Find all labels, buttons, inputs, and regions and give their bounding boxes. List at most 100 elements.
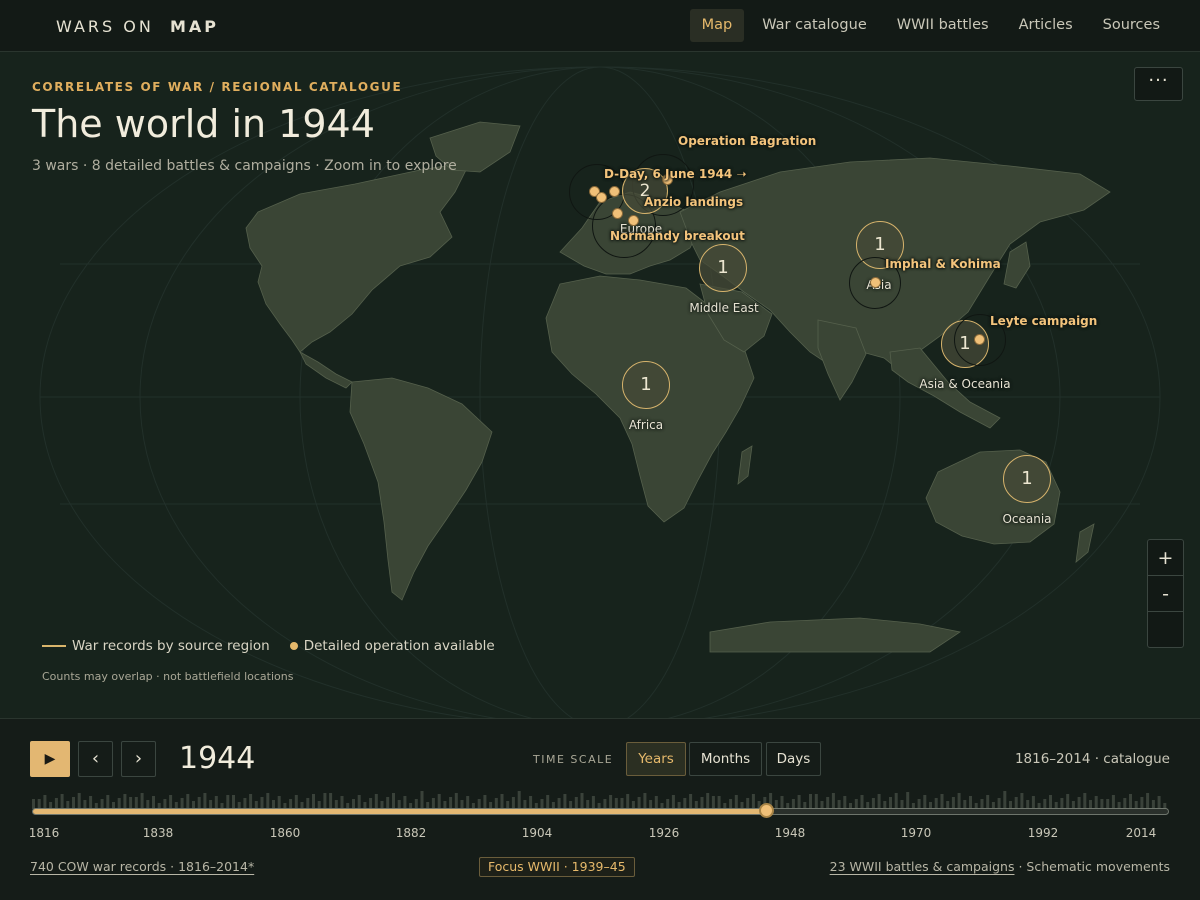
operation-marker[interactable]	[628, 215, 639, 226]
nav-item-war-catalogue[interactable]: War catalogue	[750, 9, 879, 42]
histogram-bar	[1146, 793, 1150, 809]
brand-bold: MAP	[169, 17, 220, 36]
more-options-button[interactable]: ···	[1134, 67, 1183, 101]
focus-wwii-badge[interactable]: Focus WWII · 1939–45	[479, 857, 635, 877]
histogram-bar	[626, 794, 630, 809]
chevron-right-icon: ›	[134, 748, 143, 769]
timeline-tick-label: 1992	[1027, 826, 1059, 840]
histogram-bar	[226, 795, 230, 809]
region-bubble-middle-east[interactable]: 1	[699, 244, 747, 292]
histogram-bar	[329, 793, 333, 809]
histogram-bar	[1003, 791, 1007, 809]
operation-marker[interactable]	[609, 186, 620, 197]
legend-dot-swatch	[289, 642, 298, 650]
page-title: The world in 1944	[32, 102, 375, 146]
footer-right: 23 WWII battles & campaigns · Schematic …	[830, 859, 1170, 874]
histogram-bar	[123, 794, 127, 809]
land-south-america	[349, 377, 493, 601]
histogram-bar	[500, 794, 504, 809]
brand-prefix: WARS ON	[56, 17, 154, 36]
nav-item-map[interactable]: Map	[689, 9, 745, 42]
top-bar: WARS ON MAP Map War catalogue WWII battl…	[0, 0, 1200, 52]
region-bubble-africa[interactable]: 1	[622, 361, 670, 409]
histogram-bar	[140, 793, 144, 809]
zoom-spacer	[1148, 612, 1183, 647]
histogram-bar	[454, 793, 458, 809]
timeline-tick-label: 1838	[142, 826, 174, 840]
operation-label-bagration[interactable]: Operation Bagration	[678, 134, 816, 148]
region-label-middle-east: Middle East	[689, 301, 759, 315]
operation-label-d-day[interactable]: D-Day, 6 June 1944 ➝	[604, 167, 747, 181]
histogram-bar	[580, 793, 584, 809]
operation-label-anzio[interactable]: Anzio landings	[644, 195, 743, 209]
page-kicker: CORRELATES OF WAR / REGIONAL CATALOGUE	[32, 80, 403, 94]
histogram-bar	[1083, 793, 1087, 809]
cow-records-link[interactable]: 740 COW war records · 1816–2014*	[30, 859, 254, 874]
zoom-out-button[interactable]: -	[1148, 576, 1183, 612]
nav-item-articles[interactable]: Articles	[1007, 9, 1085, 42]
histogram-bar	[546, 795, 550, 809]
play-button[interactable]: ▶	[30, 741, 70, 777]
operation-marker[interactable]	[870, 277, 881, 288]
operation-label-imphal-kohima[interactable]: Imphal & Kohima	[885, 257, 1001, 271]
main-nav: Map War catalogue WWII battles Articles …	[689, 9, 1172, 42]
histogram-bar	[294, 795, 298, 809]
next-year-button[interactable]: ›	[121, 741, 156, 777]
nav-item-wwii-battles[interactable]: WWII battles	[885, 9, 1001, 42]
histogram-bar	[203, 793, 207, 809]
histogram-bar	[232, 795, 235, 809]
operation-label-leyte[interactable]: Leyte campaign	[990, 314, 1097, 328]
land-antarctica	[709, 617, 962, 653]
timeline-tick-label: 1926	[648, 826, 680, 840]
histogram-bar	[1111, 795, 1115, 809]
timeline-tick-label: 1860	[269, 826, 301, 840]
legend-line-label: War records by source region	[72, 638, 270, 654]
brand-logo[interactable]: WARS ON MAP	[56, 17, 219, 36]
operation-marker[interactable]	[596, 192, 607, 203]
timeline-slider-handle[interactable]	[759, 803, 774, 818]
time-scale-years-button[interactable]: Years	[626, 742, 686, 776]
histogram-bar	[312, 794, 315, 809]
histogram-bar	[860, 795, 864, 809]
time-scale-days-button[interactable]: Days	[766, 742, 821, 776]
wwii-battles-link[interactable]: 23 WWII battles & campaigns	[830, 859, 1015, 874]
histogram-bar	[814, 794, 818, 809]
histogram-bar	[706, 793, 710, 809]
region-bubble-oceania[interactable]: 1	[1003, 455, 1051, 503]
region-label-africa: Africa	[628, 418, 664, 432]
histogram-bar	[374, 794, 378, 809]
zoom-in-button[interactable]: +	[1148, 540, 1183, 576]
previous-year-button[interactable]: ‹	[78, 741, 113, 777]
land-new-zealand	[1075, 523, 1095, 563]
histogram-bar	[797, 795, 801, 809]
histogram-bar	[420, 791, 424, 809]
histogram-bar	[266, 793, 270, 809]
land-north-america	[245, 161, 471, 353]
map-note: Counts may overlap · not battlefield loc…	[42, 670, 294, 683]
timeline-tick-label: 1882	[395, 826, 427, 840]
map-legend: War records by source region Detailed op…	[42, 638, 495, 654]
histogram-bar	[877, 794, 881, 809]
nav-item-sources[interactable]: Sources	[1091, 9, 1172, 42]
time-scale-months-button[interactable]: Months	[689, 742, 762, 776]
histogram-bar	[831, 793, 835, 809]
timeline-slider-track[interactable]	[32, 808, 1169, 815]
histogram-bar	[357, 795, 361, 809]
land-madagascar	[737, 445, 753, 485]
region-label-asia-oceania: Asia & Oceania	[919, 377, 1011, 391]
operation-label-normandy-breakout[interactable]: Normandy breakout	[610, 229, 745, 243]
histogram-bar	[563, 794, 567, 809]
operation-marker[interactable]	[612, 208, 623, 219]
histogram-bar	[392, 793, 395, 809]
operation-marker[interactable]	[974, 334, 985, 345]
histogram-bar	[734, 795, 738, 809]
histogram-bar	[1020, 793, 1024, 809]
zoom-controls: + -	[1147, 539, 1184, 648]
world-map[interactable]: CORRELATES OF WAR / REGIONAL CATALOGUE T…	[0, 52, 1200, 718]
histogram-bar	[643, 793, 647, 809]
range-note: 1816–2014 · catalogue	[1014, 751, 1170, 767]
timeline-tick-label: 1948	[774, 826, 806, 840]
legend-line-swatch	[42, 645, 66, 647]
histogram-bar	[169, 795, 173, 809]
timeline-tick-label: 1904	[521, 826, 553, 840]
